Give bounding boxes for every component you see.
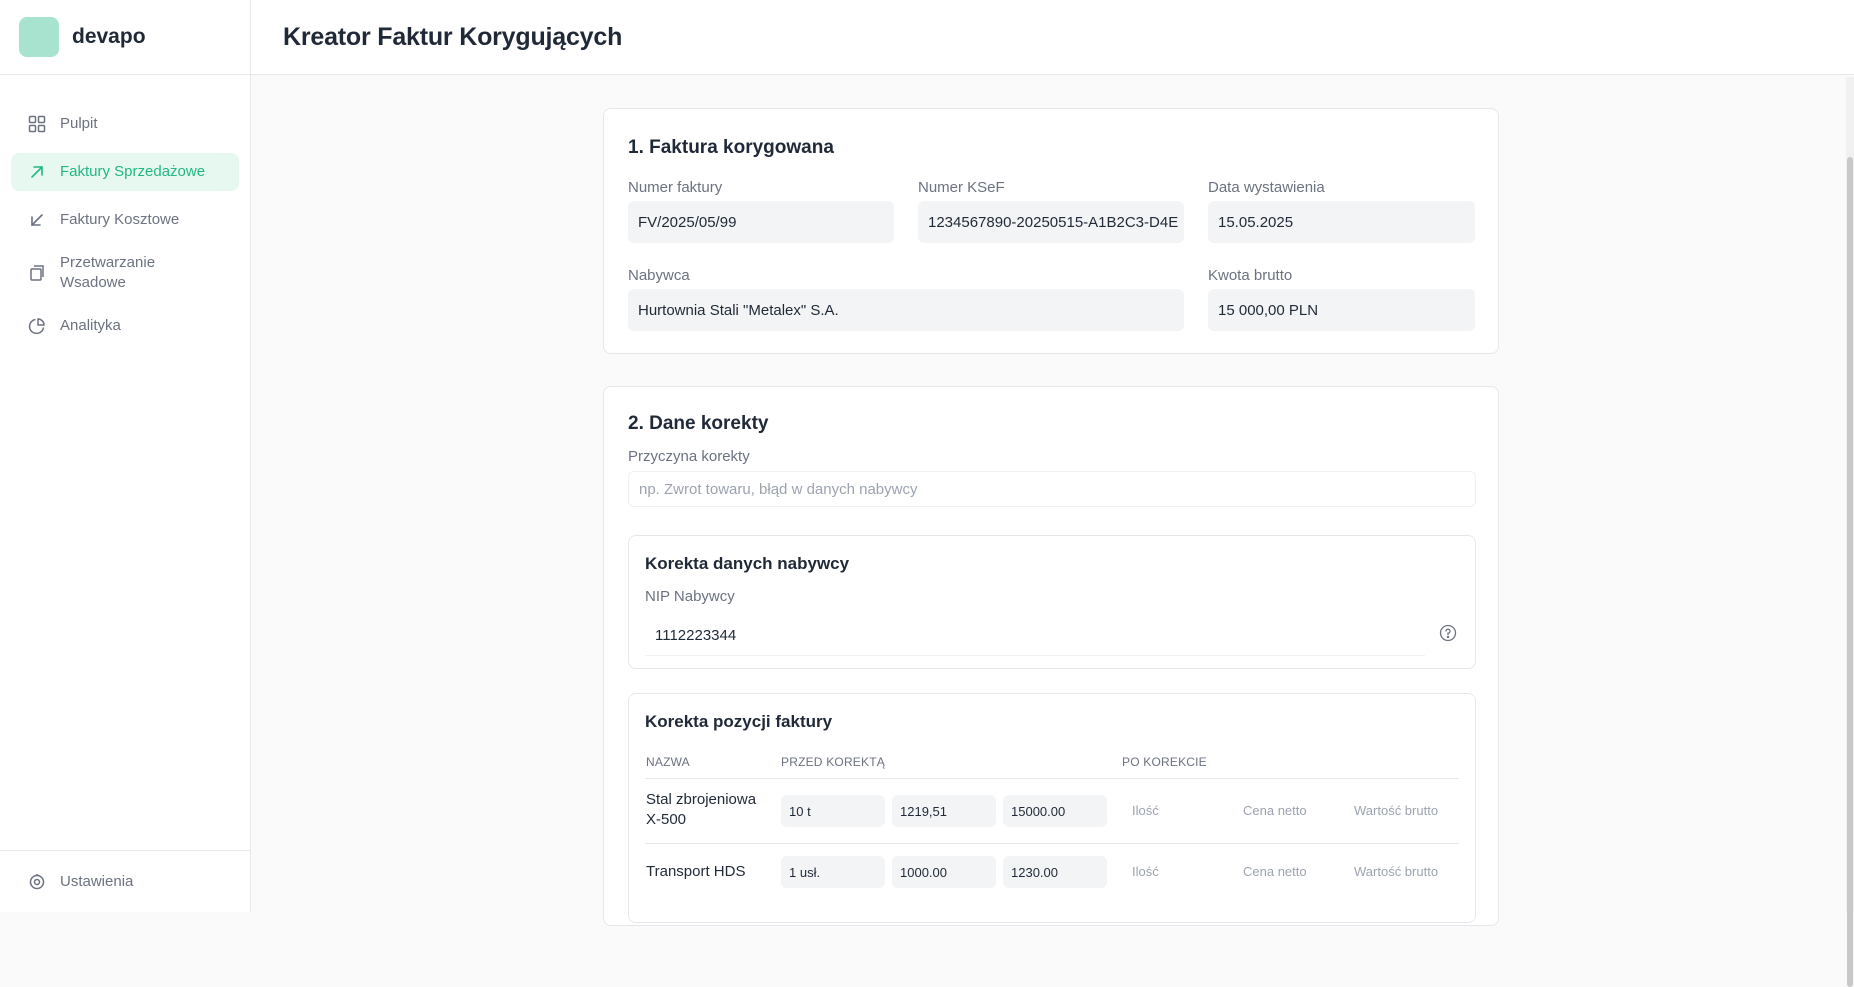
sidebar-item-analityka[interactable]: Analityka bbox=[11, 307, 239, 345]
sidebar-item-label: Faktury Sprzedażowe bbox=[60, 163, 206, 180]
buyer-correction-title: Korekta danych nabywcy bbox=[645, 554, 850, 573]
before-gross-value[interactable]: 1230.00 bbox=[1003, 856, 1107, 888]
after-qty-input[interactable]: Ilość bbox=[1132, 864, 1159, 879]
after-gross-value-input[interactable]: Wartość brutto bbox=[1354, 803, 1438, 818]
reason-input[interactable]: np. Zwrot towaru, błąd w danych nabywcy bbox=[628, 471, 1476, 507]
gross-amount-field[interactable]: 15 000,00 PLN bbox=[1208, 289, 1475, 331]
corrected-invoice-card: 1. Faktura korygowana Numer faktury FV/2… bbox=[603, 108, 1499, 354]
sidebar-item-label: Przetwarzanie Wsadowe bbox=[60, 254, 156, 291]
buyer-field[interactable]: Hurtownia Stali "Metalex" S.A. bbox=[628, 289, 1184, 331]
nip-label: NIP Nabywcy bbox=[645, 588, 735, 605]
scrollbar-thumb[interactable] bbox=[1847, 157, 1853, 987]
item-name: Transport HDS bbox=[646, 863, 746, 880]
sidebar-item-label: Faktury Kosztowe bbox=[60, 211, 180, 228]
buyer-label: Nabywca bbox=[628, 267, 690, 284]
after-gross-value-input[interactable]: Wartość brutto bbox=[1354, 864, 1438, 879]
after-net-price-input[interactable]: Cena netto bbox=[1243, 864, 1307, 879]
after-qty-input[interactable]: Ilość bbox=[1132, 803, 1159, 818]
sidebar-item-label: Ustawienia bbox=[60, 873, 134, 890]
invoice-number-label: Numer faktury bbox=[628, 179, 723, 196]
column-header-before: PRZED KOREKTĄ bbox=[781, 755, 885, 769]
reason-label: Przyczyna korekty bbox=[628, 448, 750, 465]
brand[interactable]: devapo bbox=[0, 0, 250, 75]
section-title: 2. Dane korekty bbox=[628, 413, 769, 434]
invoice-number-field[interactable]: FV/2025/05/99 bbox=[628, 201, 894, 243]
column-header-after: PO KOREKCIE bbox=[1122, 755, 1207, 769]
buyer-correction-card: Korekta danych nabywcy NIP Nabywcy 11122… bbox=[628, 535, 1476, 669]
sidebar-nav: Pulpit Faktury Sprzedażowe Faktury Koszt… bbox=[0, 75, 250, 345]
sidebar-item-label: Pulpit bbox=[60, 115, 98, 132]
correction-data-card: 2. Dane korekty Przyczyna korekty np. Zw… bbox=[603, 386, 1499, 926]
page-title: Kreator Faktur Korygujących bbox=[283, 22, 623, 51]
sidebar-footer: Ustawienia bbox=[0, 850, 250, 912]
before-net-price[interactable]: 1000.00 bbox=[892, 856, 996, 888]
before-gross-value[interactable]: 15000.00 bbox=[1003, 795, 1107, 827]
section-title: 1. Faktura korygowana bbox=[628, 137, 834, 158]
sidebar-item-faktury-sprzedazowe[interactable]: Faktury Sprzedażowe bbox=[11, 153, 239, 191]
header: Kreator Faktur Korygujących bbox=[251, 0, 1854, 75]
ksef-label: Numer KSeF bbox=[918, 179, 1005, 196]
ksef-field[interactable]: 1234567890-20250515-A1B2C3-D4E bbox=[918, 201, 1184, 243]
grid-icon bbox=[28, 115, 46, 133]
before-net-price[interactable]: 1219,51 bbox=[892, 795, 996, 827]
sidebar-item-faktury-kosztowe[interactable]: Faktury Kosztowe bbox=[11, 201, 239, 239]
pie-chart-icon bbox=[28, 318, 45, 335]
batch-files-icon bbox=[30, 265, 44, 281]
row-divider bbox=[645, 843, 1459, 844]
logo bbox=[19, 17, 59, 57]
header-divider bbox=[645, 778, 1459, 779]
after-net-price-input[interactable]: Cena netto bbox=[1243, 803, 1307, 818]
nip-input[interactable]: 1112223344 bbox=[645, 616, 1425, 656]
items-correction-title: Korekta pozycji faktury bbox=[645, 712, 833, 731]
column-header-name: NAZWA bbox=[646, 755, 690, 769]
issue-date-label: Data wystawienia bbox=[1208, 179, 1325, 196]
sidebar-item-przetwarzanie-wsadowe[interactable]: Przetwarzanie Wsadowe bbox=[11, 249, 239, 297]
gross-amount-label: Kwota brutto bbox=[1208, 267, 1293, 284]
issue-date-field[interactable]: 15.05.2025 bbox=[1208, 201, 1475, 243]
item-name: Stal zbrojeniowa X-500 bbox=[646, 791, 757, 828]
brand-name: devapo bbox=[72, 25, 146, 48]
sidebar: devapo Pulpit Faktury Sprzedażowe Faktur… bbox=[0, 0, 251, 912]
items-correction-card: Korekta pozycji faktury NAZWA PRZED KORE… bbox=[628, 693, 1476, 923]
sidebar-item-ustawienia[interactable]: Ustawienia bbox=[11, 863, 239, 901]
settings-icon bbox=[29, 874, 45, 890]
scrollbar[interactable] bbox=[1846, 77, 1854, 987]
arrow-up-right-icon bbox=[31, 166, 43, 178]
before-qty[interactable]: 1 usł. bbox=[781, 856, 885, 888]
arrow-down-left-icon bbox=[31, 214, 43, 226]
before-qty[interactable]: 10 t bbox=[781, 795, 885, 827]
help-icon[interactable] bbox=[1439, 624, 1457, 642]
sidebar-item-pulpit[interactable]: Pulpit bbox=[11, 105, 239, 143]
sidebar-item-label: Analityka bbox=[60, 317, 121, 334]
